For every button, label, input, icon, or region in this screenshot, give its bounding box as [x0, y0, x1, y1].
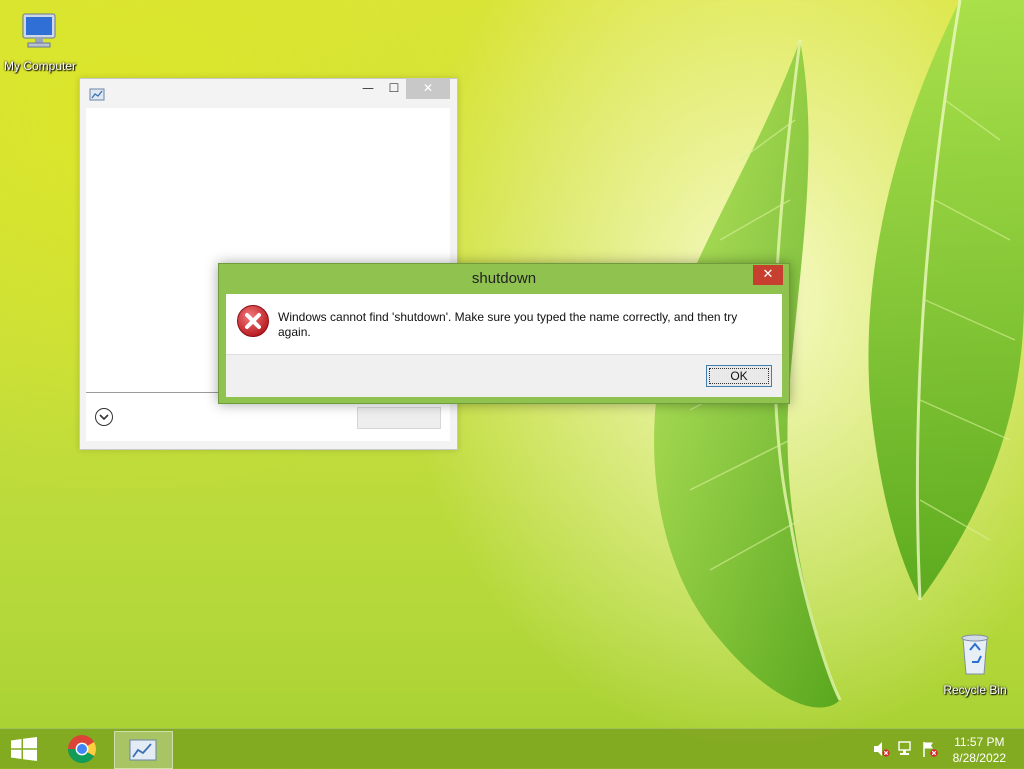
dialog-close-button[interactable]: ✕	[753, 265, 783, 285]
desktop-icon-label: My Computer	[3, 59, 77, 73]
close-button[interactable]: ✕	[406, 79, 450, 99]
disabled-button	[357, 407, 441, 429]
dialog-button-bar: OK	[226, 354, 782, 397]
speaker-muted-icon[interactable]	[872, 741, 890, 757]
app-icon	[89, 88, 105, 101]
taskbar-clock[interactable]: 11:57 PM 8/28/2022	[953, 734, 1006, 766]
minimize-button[interactable]: —	[356, 79, 380, 99]
desktop-icon-my-computer[interactable]: My Computer	[0, 10, 80, 73]
start-button[interactable]	[0, 729, 48, 769]
network-icon[interactable]	[897, 740, 915, 758]
maximize-button[interactable]: ☐	[382, 79, 406, 99]
app-window-icon	[129, 739, 157, 761]
taskbar: 11:57 PM 8/28/2022	[0, 728, 1024, 769]
dialog-body: Windows cannot find 'shutdown'. Make sur…	[226, 294, 782, 354]
windows-logo-icon	[11, 737, 37, 761]
clock-date: 8/28/2022	[952, 751, 1006, 765]
error-dialog[interactable]: shutdown ✕ Windows cannot find 'shutdown…	[218, 263, 790, 404]
dialog-title: shutdown	[471, 270, 537, 287]
taskbar-app-active[interactable]	[114, 731, 173, 769]
clock-time: 11:57 PM	[954, 735, 1005, 749]
taskbar-chrome[interactable]	[58, 729, 106, 769]
error-icon	[237, 305, 269, 337]
desktop-icon-label: Recycle Bin	[943, 683, 1007, 697]
desktop-icon-recycle-bin[interactable]: Recycle Bin	[935, 630, 1015, 697]
ok-button[interactable]: OK	[706, 365, 772, 387]
window-titlebar[interactable]: — ☐ ✕	[80, 79, 457, 107]
action-center-flag-icon[interactable]	[921, 740, 939, 758]
computer-icon	[22, 13, 56, 48]
recycle-bin-icon	[961, 634, 989, 675]
chrome-icon	[68, 735, 96, 763]
expand-chevron-icon[interactable]	[94, 407, 114, 427]
dialog-message: Windows cannot find 'shutdown'. Make sur…	[278, 310, 738, 339]
